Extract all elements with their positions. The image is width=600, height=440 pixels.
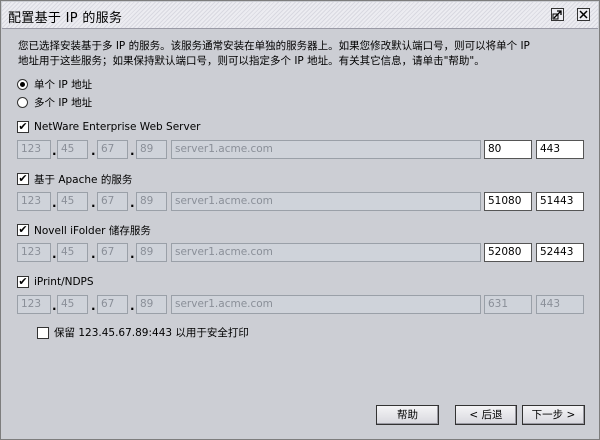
- back-button[interactable]: < 后退: [455, 405, 517, 425]
- ip-octet-3-field[interactable]: 67: [97, 295, 128, 314]
- service-address-row: 123 . 45 . 67 . 89 server1.acme.com 5208…: [1, 243, 599, 263]
- radio-button[interactable]: [17, 78, 28, 90]
- service-address-row: 123 . 45 . 67 . 89 server1.acme.com 5108…: [1, 192, 599, 212]
- reserve-label: 保留 123.45.67.89:443 以用于安全打印: [54, 327, 249, 339]
- ip-separator: .: [91, 247, 96, 261]
- service-label: 基于 Apache 的服务: [34, 173, 133, 186]
- radio-label: 单个 IP 地址: [34, 78, 93, 91]
- service-checkbox-row[interactable]: ✔ NetWare Enterprise Web Server: [17, 120, 200, 134]
- port-https-field[interactable]: 52443: [536, 243, 584, 262]
- ip-separator: .: [91, 196, 96, 210]
- checkbox[interactable]: ✔: [17, 276, 29, 288]
- service-address-row: 123 . 45 . 67 . 89 server1.acme.com 80 4…: [1, 140, 599, 160]
- radio-single-ip[interactable]: 单个 IP 地址: [17, 77, 92, 91]
- ip-octet-2-field[interactable]: 45: [57, 295, 88, 314]
- port-https-field[interactable]: 443: [536, 295, 584, 314]
- help-button[interactable]: 帮助: [376, 405, 439, 425]
- radio-label: 多个 IP 地址: [34, 96, 93, 109]
- ip-octet-1-field[interactable]: 123: [17, 243, 51, 262]
- checkbox[interactable]: ✔: [17, 224, 29, 236]
- service-checkbox-row[interactable]: ✔ iPrint/NDPS: [17, 275, 94, 289]
- port-https-field[interactable]: 443: [536, 140, 584, 159]
- service-label: Novell iFolder 储存服务: [34, 224, 151, 237]
- ip-octet-4-field[interactable]: 89: [136, 295, 167, 314]
- ip-separator: .: [52, 247, 57, 261]
- port-http-field[interactable]: 52080: [484, 243, 532, 262]
- ip-octet-1-field[interactable]: 123: [17, 295, 51, 314]
- port-http-field[interactable]: 631: [484, 295, 532, 314]
- ip-separator: .: [130, 196, 135, 210]
- port-http-field[interactable]: 80: [484, 140, 532, 159]
- service-label: iPrint/NDPS: [34, 276, 94, 288]
- service-label: NetWare Enterprise Web Server: [34, 121, 201, 133]
- restore-icon[interactable]: [551, 8, 564, 21]
- title-bar[interactable]: 配置基于 IP 的服务: [2, 2, 598, 29]
- port-https-field[interactable]: 51443: [536, 192, 584, 211]
- description: 您已选择安装基于多 IP 的服务。该服务通常安装在单独的服务器上。如果您修改默认…: [18, 39, 578, 69]
- radio-multi-ip[interactable]: 多个 IP 地址: [17, 95, 92, 109]
- close-icon[interactable]: [577, 8, 590, 21]
- service-checkbox-row[interactable]: ✔ Novell iFolder 储存服务: [17, 223, 151, 237]
- ip-separator: .: [52, 196, 57, 210]
- radio-button[interactable]: [17, 96, 28, 108]
- ip-octet-4-field[interactable]: 89: [136, 243, 167, 262]
- dialog-content: 您已选择安装基于多 IP 的服务。该服务通常安装在单独的服务器上。如果您修改默认…: [1, 29, 599, 439]
- ip-octet-4-field[interactable]: 89: [136, 192, 167, 211]
- dialog-window: 配置基于 IP 的服务 您已选择安装基于多 IP 的服务。该服务通常安装在单独的…: [0, 0, 600, 440]
- port-http-field[interactable]: 51080: [484, 192, 532, 211]
- ip-octet-2-field[interactable]: 45: [57, 140, 88, 159]
- window-title: 配置基于 IP 的服务: [8, 11, 123, 26]
- ip-octet-1-field[interactable]: 123: [17, 140, 51, 159]
- ip-octet-4-field[interactable]: 89: [136, 140, 167, 159]
- ip-separator: .: [52, 144, 57, 158]
- ip-octet-2-field[interactable]: 45: [57, 192, 88, 211]
- ip-octet-3-field[interactable]: 67: [97, 243, 128, 262]
- hostname-field[interactable]: server1.acme.com: [171, 243, 481, 262]
- service-address-row: 123 . 45 . 67 . 89 server1.acme.com 631 …: [1, 295, 599, 315]
- service-checkbox-row[interactable]: ✔ 基于 Apache 的服务: [17, 172, 132, 186]
- checkbox[interactable]: ✔: [17, 121, 29, 133]
- next-button[interactable]: 下一步 >: [522, 405, 585, 425]
- ip-octet-3-field[interactable]: 67: [97, 192, 128, 211]
- hostname-field[interactable]: server1.acme.com: [171, 192, 481, 211]
- ip-separator: .: [91, 299, 96, 313]
- checkbox[interactable]: ✔: [17, 173, 29, 185]
- checkbox[interactable]: [37, 326, 49, 339]
- ip-octet-1-field[interactable]: 123: [17, 192, 51, 211]
- hostname-field[interactable]: server1.acme.com: [171, 140, 481, 159]
- description-line: 地址用于这些服务；如果保持默认端口号，则可以指定多个 IP 地址。有关其它信息，…: [18, 55, 485, 67]
- ip-separator: .: [130, 299, 135, 313]
- ip-separator: .: [130, 247, 135, 261]
- ip-octet-3-field[interactable]: 67: [97, 140, 128, 159]
- ip-separator: .: [52, 299, 57, 313]
- hostname-field[interactable]: server1.acme.com: [171, 295, 481, 314]
- description-line: 您已选择安装基于多 IP 的服务。该服务通常安装在单独的服务器上。如果您修改默认…: [18, 40, 530, 52]
- reserve-secure-print-option[interactable]: 保留 123.45.67.89:443 以用于安全打印: [37, 325, 249, 340]
- ip-separator: .: [130, 144, 135, 158]
- ip-octet-2-field[interactable]: 45: [57, 243, 88, 262]
- ip-separator: .: [91, 144, 96, 158]
